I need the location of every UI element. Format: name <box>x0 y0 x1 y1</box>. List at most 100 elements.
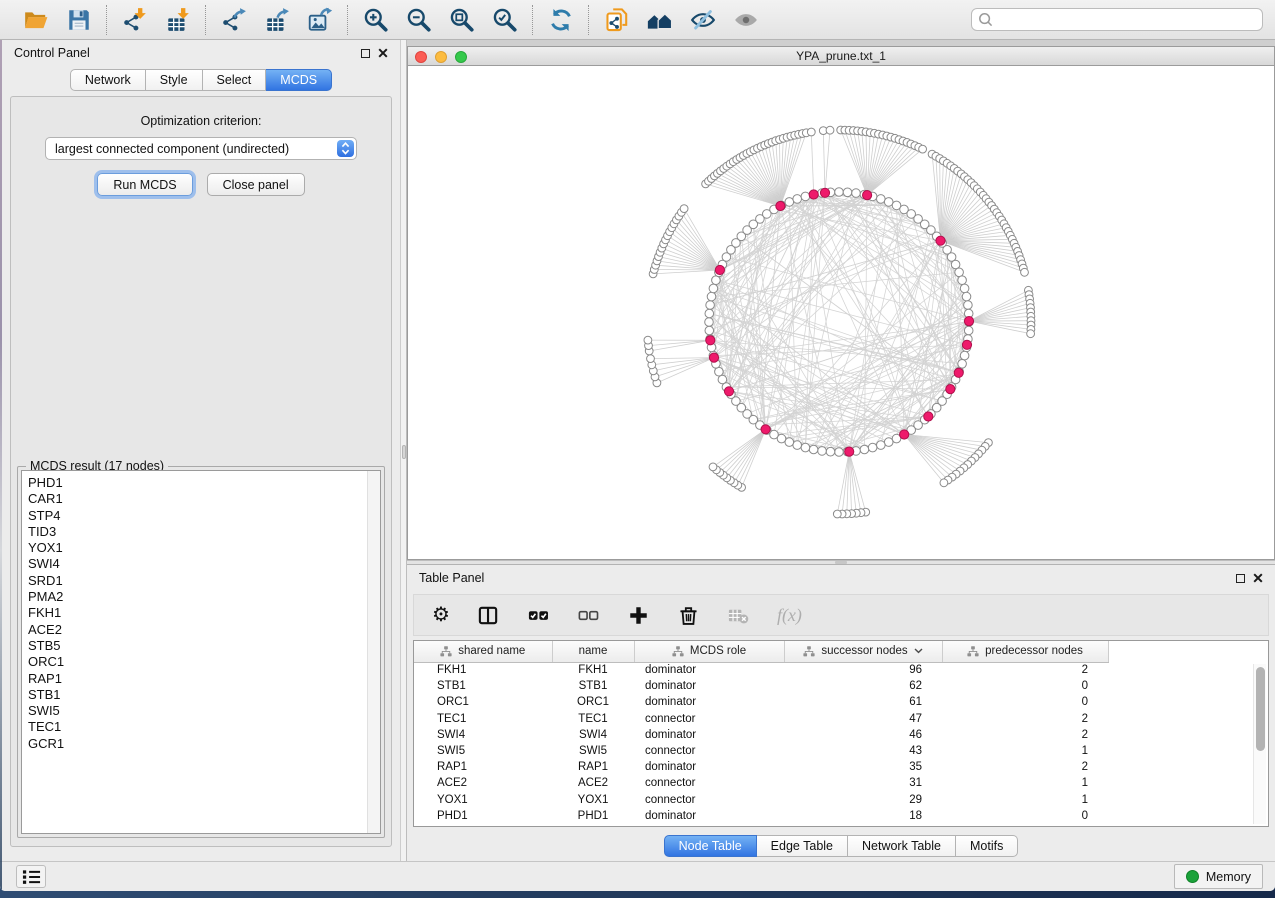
search-input[interactable] <box>997 13 1256 27</box>
mcds-result-item[interactable]: TEC1 <box>28 719 380 735</box>
select-all-checks-icon[interactable] <box>527 602 550 628</box>
mcds-result-item[interactable]: PHD1 <box>28 475 380 491</box>
table-cell[interactable]: 46 <box>784 727 942 743</box>
table-cell[interactable]: 1 <box>942 775 1108 791</box>
table-row[interactable]: STB1STB1dominator620 <box>414 678 1108 694</box>
window-minimize-button[interactable] <box>435 51 447 63</box>
table-cell[interactable]: STB1 <box>552 678 634 694</box>
table-cell[interactable]: FKH1 <box>552 662 634 678</box>
export-table-icon[interactable] <box>263 6 290 33</box>
table-cell[interactable]: ACE2 <box>414 775 552 791</box>
mcds-result-item[interactable]: TID3 <box>28 524 380 540</box>
table-cell[interactable]: RAP1 <box>414 759 552 775</box>
zoom-fit-icon[interactable] <box>448 6 475 33</box>
mcds-result-item[interactable]: ORC1 <box>28 654 380 670</box>
tab-edge-table[interactable]: Edge Table <box>757 835 848 857</box>
table-cell[interactable]: 0 <box>942 694 1108 710</box>
table-cell[interactable]: 31 <box>784 775 942 791</box>
table-cell[interactable]: dominator <box>634 759 784 775</box>
mcds-result-item[interactable]: GCR1 <box>28 736 380 752</box>
open-file-icon[interactable] <box>22 6 49 33</box>
tab-node-table[interactable]: Node Table <box>664 835 757 857</box>
column-header-successor-nodes[interactable]: successor nodes <box>784 641 942 662</box>
table-cell[interactable]: SWI5 <box>414 743 552 759</box>
tab-style[interactable]: Style <box>146 69 203 91</box>
table-cell[interactable]: 0 <box>942 808 1108 824</box>
show-columns-icon[interactable] <box>477 602 500 628</box>
table-row[interactable]: RAP1RAP1dominator352 <box>414 759 1108 775</box>
table-cell[interactable]: ACE2 <box>552 775 634 791</box>
table-cell[interactable]: SWI4 <box>414 727 552 743</box>
mcds-result-item[interactable]: YOX1 <box>28 540 380 556</box>
mcds-result-item[interactable]: SWI4 <box>28 556 380 572</box>
tab-mcds[interactable]: MCDS <box>266 69 332 91</box>
refresh-layout-icon[interactable] <box>547 6 574 33</box>
mcds-result-item[interactable]: CAR1 <box>28 491 380 507</box>
houses-icon[interactable] <box>646 6 673 33</box>
search-box[interactable] <box>971 8 1263 31</box>
table-cell[interactable]: SWI5 <box>552 743 634 759</box>
table-cell[interactable]: 62 <box>784 678 942 694</box>
mcds-result-item[interactable]: FKH1 <box>28 605 380 621</box>
run-mcds-button[interactable]: Run MCDS <box>97 173 192 196</box>
table-cell[interactable]: 0 <box>942 678 1108 694</box>
table-cell[interactable]: dominator <box>634 694 784 710</box>
memory-button[interactable]: Memory <box>1174 864 1263 889</box>
table-cell[interactable]: TEC1 <box>414 711 552 727</box>
table-row[interactable]: ACE2ACE2connector311 <box>414 775 1108 791</box>
mcds-result-item[interactable]: SWI5 <box>28 703 380 719</box>
splitter-handle[interactable] <box>402 445 406 459</box>
close-panel-icon[interactable] <box>1253 573 1263 583</box>
table-row[interactable]: FKH1FKH1dominator962 <box>414 662 1108 678</box>
window-zoom-button[interactable] <box>455 51 467 63</box>
table-cell[interactable]: 29 <box>784 792 942 808</box>
column-header-name[interactable]: name <box>552 641 634 662</box>
mcds-result-item[interactable]: PMA2 <box>28 589 380 605</box>
close-panel-button[interactable]: Close panel <box>207 173 305 196</box>
table-cell[interactable]: FKH1 <box>414 662 552 678</box>
table-cell[interactable]: dominator <box>634 808 784 824</box>
scrollbar-thumb[interactable] <box>1256 667 1265 751</box>
tab-network[interactable]: Network <box>70 69 146 91</box>
table-row[interactable]: PHD1PHD1dominator180 <box>414 808 1108 824</box>
table-cell[interactable]: PHD1 <box>552 808 634 824</box>
table-row[interactable]: SWI5SWI5connector431 <box>414 743 1108 759</box>
delete-column-icon[interactable] <box>677 602 700 628</box>
close-panel-icon[interactable] <box>378 48 388 58</box>
table-cell[interactable]: RAP1 <box>552 759 634 775</box>
network-canvas[interactable] <box>407 66 1275 560</box>
settings-gear-icon[interactable]: ⚙ <box>432 602 450 628</box>
splitter-handle[interactable] <box>835 561 847 564</box>
table-cell[interactable]: dominator <box>634 727 784 743</box>
table-row[interactable]: YOX1YOX1connector291 <box>414 792 1108 808</box>
column-header-predecessor-nodes[interactable]: predecessor nodes <box>942 641 1108 662</box>
network-graph[interactable] <box>408 66 1274 558</box>
table-cell[interactable]: dominator <box>634 678 784 694</box>
unselect-all-checks-icon[interactable] <box>577 602 600 628</box>
column-header-MCDS-role[interactable]: MCDS role <box>634 641 784 662</box>
table-cell[interactable]: ORC1 <box>414 694 552 710</box>
table-cell[interactable]: 1 <box>942 792 1108 808</box>
table-cell[interactable]: 2 <box>942 662 1108 678</box>
document-share-icon[interactable] <box>603 6 630 33</box>
list-scrollbar[interactable] <box>367 471 380 833</box>
table-cell[interactable]: TEC1 <box>552 711 634 727</box>
table-cell[interactable]: SWI4 <box>552 727 634 743</box>
mcds-result-item[interactable]: ACE2 <box>28 622 380 638</box>
table-cell[interactable]: 2 <box>942 727 1108 743</box>
table-row[interactable]: SWI4SWI4dominator462 <box>414 727 1108 743</box>
mcds-result-list[interactable]: PHD1CAR1STP4TID3YOX1SWI4SRD1PMA2FKH1ACE2… <box>21 470 381 834</box>
table-row[interactable]: ORC1ORC1dominator610 <box>414 694 1108 710</box>
float-panel-icon[interactable] <box>1236 574 1245 583</box>
column-header-shared-name[interactable]: shared name <box>414 641 552 662</box>
table-scrollbar[interactable] <box>1253 664 1266 824</box>
task-history-button[interactable] <box>16 865 46 888</box>
mcds-result-item[interactable]: STB5 <box>28 638 380 654</box>
import-network-icon[interactable] <box>121 6 148 33</box>
mcds-result-item[interactable]: STP4 <box>28 508 380 524</box>
zoom-in-icon[interactable] <box>362 6 389 33</box>
save-session-icon[interactable] <box>65 6 92 33</box>
tab-network-table[interactable]: Network Table <box>848 835 956 857</box>
table-cell[interactable]: 2 <box>942 759 1108 775</box>
window-close-button[interactable] <box>415 51 427 63</box>
